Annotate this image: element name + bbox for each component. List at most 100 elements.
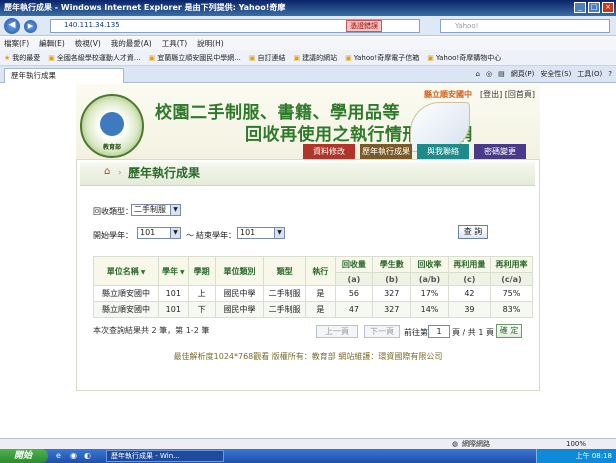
search-input[interactable]: Yahoo! [440, 19, 610, 33]
cell-year: 101 [158, 301, 189, 318]
chevron-down-icon: ▼ [170, 228, 180, 238]
print-icon[interactable]: ▤ [498, 68, 505, 81]
search-button[interactable]: 查 詢 [458, 225, 488, 239]
cell-recycle-rate: 14% [410, 301, 449, 318]
chrome-icon[interactable]: ◉ [70, 451, 77, 460]
page-icon: ▣ [345, 54, 352, 62]
col-recycle-amount: 回收量 [334, 256, 374, 273]
cell-year: 101 [158, 285, 189, 302]
favorite-link[interactable]: ▣ 全國各級學校運動人才資... [48, 50, 140, 65]
col-unit[interactable]: 單位名稱 ▼ [92, 256, 160, 286]
tab-bar: 歷年執行成果 ⌂ ◎ ▤ 網頁(P) 安全性(S) 工具(O) ? [0, 66, 616, 83]
menu-edit[interactable]: 編輯(E) [39, 37, 65, 50]
menu-view[interactable]: 檢視(V) [75, 37, 101, 50]
page-number-input[interactable]: 1 [428, 325, 450, 338]
window-titlebar: 歷年執行成果 - Windows Internet Explorer 是由下列提… [0, 0, 616, 16]
table-row: 縣立順安國中 101 上 國民中學 二手制服 是 56 327 17% 42 7… [92, 285, 534, 302]
nav-contact[interactable]: 與我聯絡 [417, 144, 469, 160]
cell-reuse-amount: 42 [447, 285, 491, 302]
page-menu[interactable]: 網頁(P) [511, 68, 535, 81]
cell-recycle-amount: 56 [334, 285, 374, 302]
cell-type: 二手制服 [263, 301, 307, 318]
ie-icon[interactable]: e [56, 451, 61, 460]
type-select[interactable]: 二手制服 ▼ [131, 204, 181, 216]
taskbar-window-item[interactable]: 歷年執行成果 - Win... [106, 450, 224, 462]
close-icon[interactable]: × [602, 2, 614, 13]
feed-icon[interactable]: ◎ [486, 68, 492, 81]
home-icon[interactable]: ⌂ [104, 167, 114, 177]
menu-file[interactable]: 檔案(F) [4, 37, 29, 50]
logo-text: 教育部 [102, 144, 121, 151]
status-bar: ◍ 網際網路 100% [0, 438, 616, 449]
page-icon: ▣ [148, 54, 156, 62]
cell-type: 二手制服 [263, 285, 307, 302]
start-year-select[interactable]: 101 ▼ [137, 227, 181, 239]
nav-edit-data[interactable]: 資料修改 [303, 144, 355, 160]
confirm-button[interactable]: 確 定 [496, 324, 522, 338]
favorite-link[interactable]: ▣ Yahoo!奇摩購物中心 [427, 50, 501, 65]
col-type: 類型 [263, 256, 307, 286]
cell-students: 327 [372, 285, 412, 302]
safety-menu[interactable]: 安全性(S) [540, 68, 571, 81]
cell-unit: 縣立順安國中 [92, 301, 160, 318]
prev-page-button[interactable]: 上一頁 [316, 325, 358, 338]
zone-label: 網際網路 [462, 440, 490, 448]
favorites-bar: ★ 我的最愛 ▣ 全國各級學校運動人才資... ▣ 宜蘭縣立順安國民中學網... ▣ 自… [0, 50, 616, 66]
forward-icon[interactable]: ▶ [24, 20, 37, 33]
nav-yearly-results[interactable]: 歷年執行成果 [360, 144, 412, 160]
start-button[interactable]: 開始 [0, 449, 48, 463]
help-icon[interactable]: ? [608, 68, 612, 81]
globe-icon: ◍ [452, 440, 459, 448]
logout-link[interactable]: [登出] [480, 90, 502, 99]
pager-summary: 本次查詢結果共 2 筆，第 1-2 筆 [93, 326, 210, 335]
favorite-link[interactable]: ▣ 建議的網站 [294, 50, 338, 65]
sort-icon: ▼ [140, 268, 146, 276]
col-year[interactable]: 學年 ▼ [158, 256, 189, 286]
tab-active[interactable]: 歷年執行成果 [4, 68, 124, 83]
url-host: 140.111.34.135 [64, 21, 120, 29]
firefox-icon[interactable]: ◐ [84, 451, 91, 460]
favorites-button[interactable]: ★ 我的最愛 [4, 50, 40, 65]
subheader: (a/b) [410, 272, 449, 286]
subheader: (c/a) [489, 272, 534, 286]
page-icon: ▣ [293, 54, 301, 62]
col-recycle-rate: 回收率 [410, 256, 449, 273]
next-page-button[interactable]: 下一頁 [364, 325, 400, 338]
goto-label: 前往第 [404, 328, 428, 337]
certificate-error-badge[interactable]: 憑證錯誤 [346, 20, 382, 32]
cell-recycle-amount: 47 [334, 301, 374, 318]
window-controls: _ □ × [574, 2, 614, 13]
minimize-icon[interactable]: _ [574, 2, 586, 13]
results-table: 單位名稱 ▼ 學年 ▼ 學期 單位類別 類型 執行 回收量 學生數 回收率 再利用量… [92, 256, 534, 318]
system-tray: 上午 08:18 [536, 449, 616, 463]
end-year-select[interactable]: 101 ▼ [237, 227, 285, 239]
cell-reuse-rate: 75% [489, 285, 534, 302]
favorite-link[interactable]: ▣ Yahoo!奇摩電子信箱 [345, 50, 419, 65]
subheader: (c) [447, 272, 491, 286]
menu-favorites[interactable]: 我的最愛(A) [111, 37, 152, 50]
cell-students: 327 [372, 301, 412, 318]
favorite-link[interactable]: ▣ 自訂連結 [249, 50, 286, 65]
favorite-link[interactable]: ▣ 宜蘭縣立順安國民中學網... [149, 50, 241, 65]
zoom-level[interactable]: 100% [566, 439, 586, 449]
col-executed: 執行 [305, 256, 336, 286]
menu-tools[interactable]: 工具(T) [162, 37, 187, 50]
page-icon: ▣ [427, 54, 434, 62]
menu-help[interactable]: 說明(H) [197, 37, 224, 50]
cell-executed: 是 [305, 285, 336, 302]
top-links: [登出] [回首頁] [480, 89, 535, 100]
nav-change-password[interactable]: 密碼變更 [474, 144, 526, 160]
table-row: 縣立順安國中 101 下 國民中學 二手制服 是 47 327 14% 39 8… [92, 301, 534, 318]
taskbar: 開始 e ◉ ◐ 歷年執行成果 - Win... 上午 08:18 [0, 449, 616, 463]
command-bar: ⌂ ◎ ▤ 網頁(P) 安全性(S) 工具(O) ? [476, 68, 612, 81]
chevron-down-icon: ▼ [170, 205, 180, 215]
home-icon[interactable]: ⌂ [476, 68, 480, 81]
maximize-icon[interactable]: □ [588, 2, 600, 13]
logo-emblem [100, 112, 124, 136]
col-reuse-rate: 再利用率 [489, 256, 534, 273]
page-icon: ▣ [48, 54, 55, 62]
end-year-label: 結束學年： [196, 231, 236, 240]
tools-menu[interactable]: 工具(O) [577, 68, 602, 81]
home-link[interactable]: [回首頁] [505, 90, 535, 99]
back-icon[interactable]: ◀ [4, 18, 20, 34]
